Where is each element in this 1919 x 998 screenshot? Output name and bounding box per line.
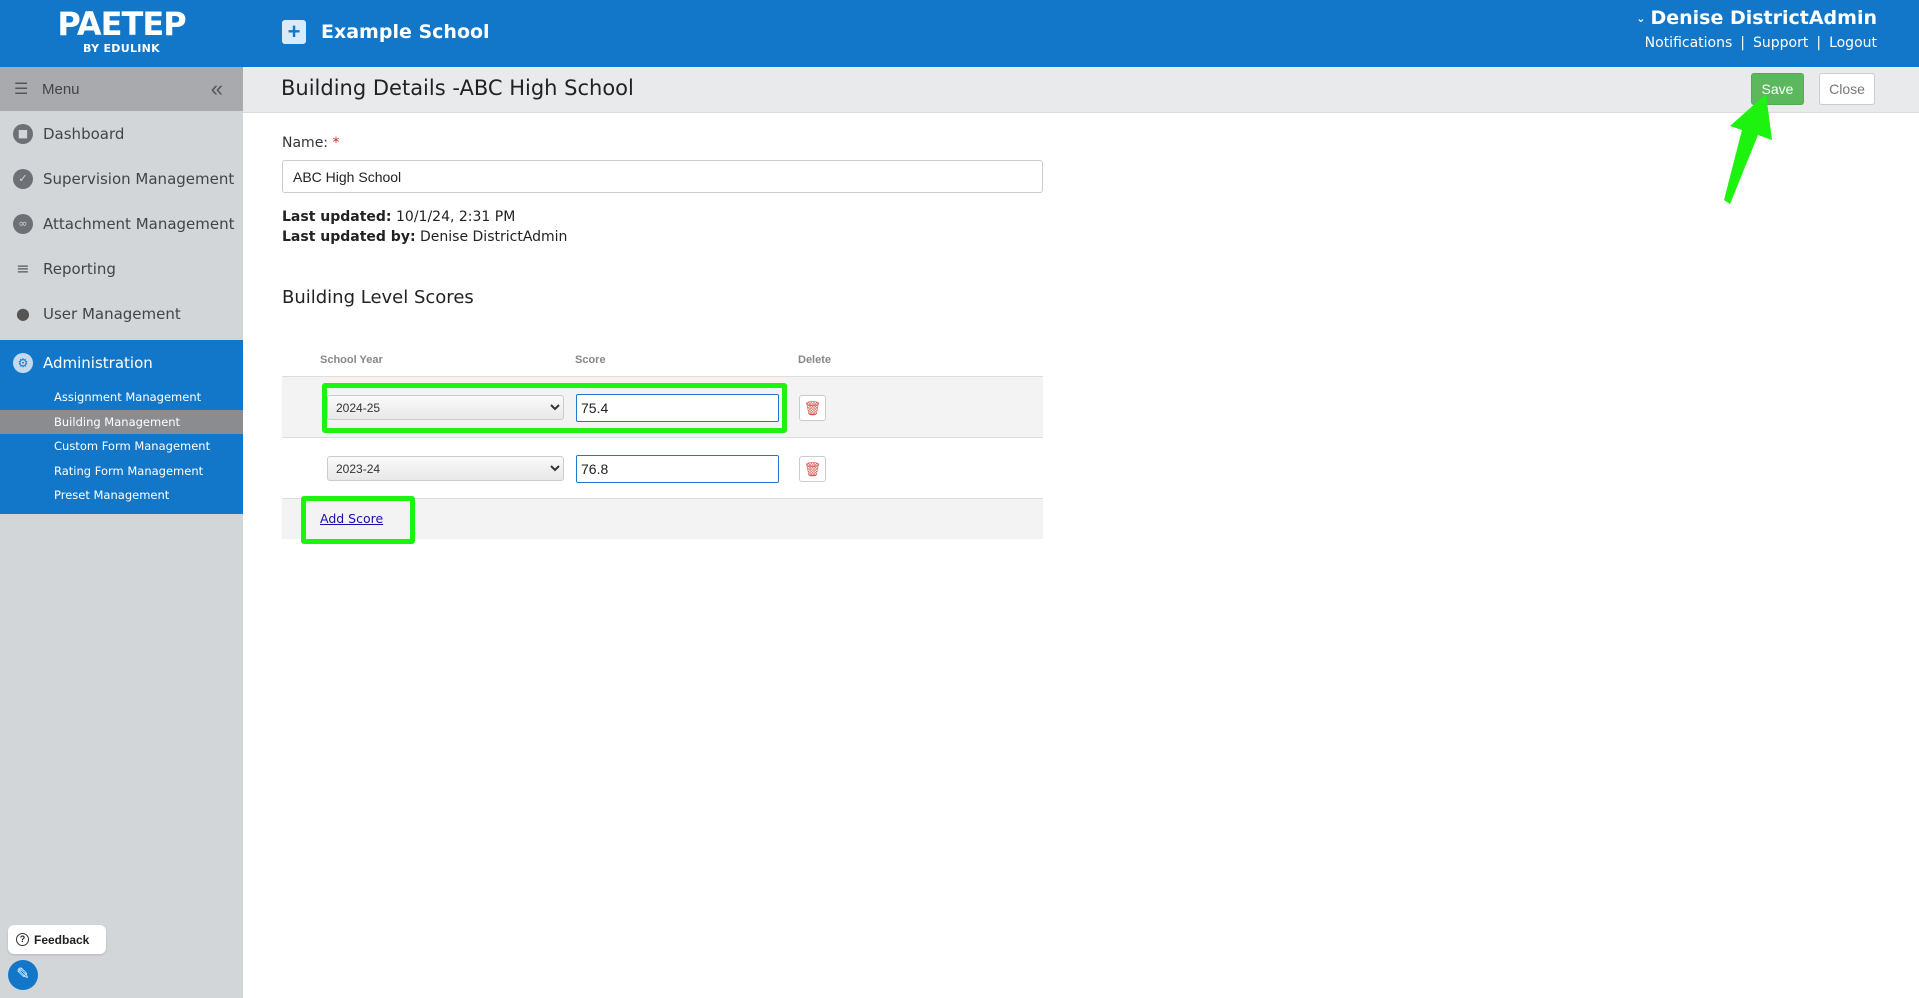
- table-row: 2024-25 🗑: [282, 377, 1043, 438]
- page-header: Building Details -ABC High School Save C…: [243, 67, 1919, 113]
- list-icon: ☰: [14, 81, 29, 98]
- feedback-label: Feedback: [34, 932, 90, 947]
- link-separator: |: [1816, 35, 1822, 51]
- trash-icon[interactable]: 🗑: [799, 456, 826, 482]
- score-input[interactable]: [576, 455, 779, 483]
- paperclip-icon: ∞: [13, 213, 33, 234]
- question-icon: ?: [16, 933, 29, 946]
- subnav-preset-management[interactable]: Preset Management: [0, 483, 243, 508]
- last-updated-value: 10/1/24, 2:31 PM: [396, 209, 516, 225]
- sidebar-item-label: Reporting: [43, 259, 116, 278]
- trash-icon[interactable]: 🗑: [799, 395, 826, 421]
- column-header-delete: Delete: [798, 354, 832, 366]
- user-area: ⌄ Denise DistrictAdmin Notifications | Sup…: [1636, 7, 1877, 51]
- last-updated-label: Last updated:: [282, 209, 392, 225]
- sidebar-item-administration[interactable]: ⚙ Administration: [0, 340, 243, 385]
- sidebar-item-label: Supervision Management: [43, 169, 235, 188]
- sidebar-item-users[interactable]: ● User Management: [0, 291, 243, 336]
- close-button[interactable]: Close: [1819, 73, 1875, 105]
- top-header: PAETEP BY EDULINK + Example School ⌄ Den…: [0, 0, 1919, 67]
- user-name: Denise DistrictAdmin: [1650, 7, 1877, 29]
- feedback-button[interactable]: ? Feedback: [8, 925, 106, 954]
- page-title: Building Details -ABC High School: [281, 76, 634, 100]
- header-links: Notifications | Support | Logout: [1636, 35, 1877, 51]
- logout-link[interactable]: Logout: [1829, 35, 1877, 51]
- table-header: School Year Score Delete: [282, 345, 1043, 377]
- school-year-select[interactable]: 2024-25: [327, 395, 564, 420]
- sidebar-item-label: Dashboard: [43, 124, 125, 143]
- building-name-input[interactable]: [282, 160, 1043, 193]
- last-updated-by-label: Last updated by:: [282, 229, 416, 245]
- sidebar-item-reporting[interactable]: ≡ Reporting: [0, 246, 243, 291]
- menu-label: Menu: [42, 80, 80, 98]
- sidebar-item-label: Administration: [43, 353, 153, 372]
- update-metadata: Last updated: 10/1/24, 2:31 PM Last upda…: [282, 207, 567, 247]
- school-selector[interactable]: + Example School: [282, 20, 490, 44]
- subnav-building-management[interactable]: Building Management: [0, 409, 243, 434]
- plus-icon[interactable]: +: [282, 20, 306, 44]
- administration-submenu: Assignment Management Building Managemen…: [0, 385, 243, 514]
- save-button[interactable]: Save: [1751, 73, 1804, 105]
- last-updated-by-value: Denise DistrictAdmin: [420, 229, 568, 245]
- chevron-down-icon: ⌄: [1636, 11, 1646, 25]
- column-header-year: School Year: [320, 354, 383, 366]
- score-input[interactable]: [576, 394, 779, 422]
- chart-icon: ≡: [16, 258, 30, 278]
- add-score-link[interactable]: Add Score: [320, 511, 383, 526]
- user-menu[interactable]: ⌄ Denise DistrictAdmin: [1636, 7, 1877, 29]
- subnav-assignment-management[interactable]: Assignment Management: [0, 385, 243, 410]
- paetep-logo[interactable]: PAETEP BY EDULINK: [0, 0, 243, 67]
- support-link[interactable]: Support: [1753, 35, 1808, 51]
- name-label: Name: *: [282, 135, 339, 151]
- gear-icon: ⚙: [13, 352, 33, 373]
- sidebar-item-attachment[interactable]: ∞ Attachment Management: [0, 201, 243, 246]
- column-header-score: Score: [575, 354, 606, 366]
- last-updated-by: Last updated by: Denise DistrictAdmin: [282, 227, 567, 247]
- required-mark: *: [332, 135, 340, 151]
- link-separator: |: [1740, 35, 1745, 51]
- check-circle-icon: ✓: [13, 168, 33, 189]
- logo-brand: PAETEP: [57, 5, 186, 43]
- scores-table: School Year Score Delete 2024-25 🗑 2023-…: [282, 345, 1043, 539]
- sidebar-item-label: Attachment Management: [43, 214, 235, 233]
- menu-header: ☰ Menu «: [0, 67, 243, 111]
- school-name: Example School: [321, 21, 490, 43]
- notifications-link[interactable]: Notifications: [1645, 35, 1733, 51]
- sidebar-item-label: User Management: [43, 304, 181, 323]
- sidebar-item-dashboard[interactable]: ■ Dashboard: [0, 111, 243, 156]
- section-title: Building Level Scores: [282, 287, 474, 308]
- sidebar: ☰ Menu « ■ Dashboard ✓ Supervision Manag…: [0, 67, 243, 998]
- collapse-icon[interactable]: «: [211, 76, 223, 102]
- dashboard-icon: ■: [13, 123, 33, 144]
- subnav-rating-form-management[interactable]: Rating Form Management: [0, 459, 243, 484]
- notes-icon[interactable]: ✎: [8, 960, 38, 990]
- sidebar-item-supervision[interactable]: ✓ Supervision Management: [0, 156, 243, 201]
- school-year-select[interactable]: 2023-24: [327, 456, 564, 481]
- add-score-row: Add Score: [282, 499, 1043, 539]
- table-row: 2023-24 🗑: [282, 438, 1043, 499]
- logo-subtitle: BY EDULINK: [83, 42, 160, 55]
- user-icon: ●: [16, 303, 30, 323]
- name-label-text: Name:: [282, 135, 329, 151]
- subnav-custom-form-management[interactable]: Custom Form Management: [0, 434, 243, 459]
- last-updated: Last updated: 10/1/24, 2:31 PM: [282, 207, 567, 227]
